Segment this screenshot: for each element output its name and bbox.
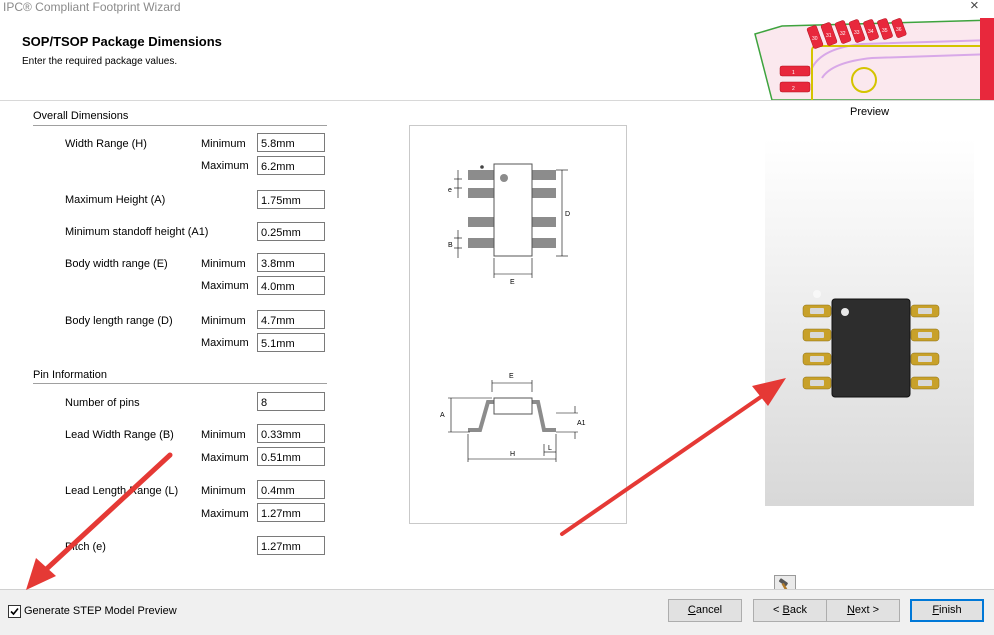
pin-divider — [33, 383, 327, 384]
body-width-max-label: Maximum — [201, 280, 249, 292]
banner-pad-label: 31 — [826, 33, 832, 39]
banner-pad-label: 33 — [854, 30, 860, 36]
body-length-max-input[interactable] — [257, 333, 325, 352]
finish-button[interactable]: Finish — [910, 599, 984, 622]
diagram-label-e: e — [448, 187, 452, 194]
pin-information-label: Pin Information — [33, 369, 107, 381]
banner-pad-label: 2 — [792, 86, 795, 92]
lead-width-min-label: Minimum — [201, 429, 246, 441]
page-title: SOP/TSOP Package Dimensions — [22, 34, 222, 49]
checkmark-icon — [10, 607, 19, 616]
diagram-label-H: H — [510, 451, 515, 458]
body-length-min-input[interactable] — [257, 310, 325, 329]
banner-pad-label: 36 — [896, 27, 902, 33]
content-panel: Overall Dimensions Width Range (H) Minim… — [0, 101, 994, 597]
overall-divider — [33, 125, 327, 126]
width-min-input[interactable] — [257, 133, 325, 152]
min-standoff-label: Minimum standoff height (A1) — [65, 226, 209, 238]
diagram-label-D: D — [565, 211, 570, 218]
next-button[interactable]: Next > — [826, 599, 900, 622]
preview-label: Preview — [850, 106, 890, 118]
wizard-header: SOP/TSOP Package Dimensions Enter the re… — [0, 18, 994, 101]
step-preview-label[interactable]: Generate STEP Model Preview — [24, 605, 177, 617]
title-bar: IPC® Compliant Footprint Wizard × — [0, 0, 994, 18]
preview-component-model — [802, 290, 940, 398]
banner-pad-label: 1 — [792, 70, 795, 76]
width-max-input[interactable] — [257, 156, 325, 175]
body-length-min-label: Minimum — [201, 315, 246, 327]
diagram-label-E-side: E — [509, 373, 514, 380]
pitch-label: Pitch (e) — [65, 541, 106, 553]
preview-3d-view[interactable] — [765, 139, 974, 506]
lead-width-max-input[interactable] — [257, 447, 325, 466]
body-width-min-input[interactable] — [257, 253, 325, 272]
pcb-banner-image: 1 2 30 31 32 33 34 35 36 — [752, 18, 994, 100]
lead-length-max-label: Maximum — [201, 508, 249, 520]
lead-length-label: Lead Length Range (L) — [65, 485, 179, 497]
wizard-footer: Generate STEP Model Preview Cancel < Bac… — [0, 589, 994, 635]
num-pins-input[interactable] — [257, 392, 325, 411]
lead-width-min-input[interactable] — [257, 424, 325, 443]
window-title: IPC® Compliant Footprint Wizard — [3, 0, 181, 14]
body-width-label: Body width range (E) — [65, 258, 168, 270]
top-view-drawing: e B D E — [448, 163, 570, 286]
lead-length-min-input[interactable] — [257, 480, 325, 499]
lead-length-min-label: Minimum — [201, 485, 246, 497]
num-pins-label: Number of pins — [65, 397, 140, 409]
cancel-button[interactable]: Cancel — [668, 599, 742, 622]
width-min-label: Minimum — [201, 138, 246, 150]
width-max-label: Maximum — [201, 160, 249, 172]
max-height-label: Maximum Height (A) — [65, 194, 166, 206]
pitch-input[interactable] — [257, 536, 325, 555]
banner-pad-label: 30 — [812, 36, 818, 42]
diagram-label-B: B — [448, 242, 453, 249]
lead-length-max-input[interactable] — [257, 503, 325, 522]
body-length-max-label: Maximum — [201, 337, 249, 349]
banner-pad-label: 35 — [882, 28, 888, 34]
body-width-min-label: Minimum — [201, 258, 246, 270]
back-button[interactable]: < Back — [753, 599, 827, 622]
package-dimension-diagram: e B D E E A A1 H L — [409, 125, 627, 524]
side-view-drawing: E A A1 H L — [440, 373, 586, 462]
max-height-input[interactable] — [257, 190, 325, 209]
diagram-label-E-top: E — [510, 279, 515, 286]
min-standoff-input[interactable] — [257, 222, 325, 241]
diagram-label-L: L — [548, 445, 552, 452]
overall-dimensions-label: Overall Dimensions — [33, 110, 129, 122]
page-subtitle: Enter the required package values. — [22, 56, 178, 67]
diagram-label-A: A — [440, 412, 445, 419]
close-icon[interactable]: × — [970, 0, 979, 14]
body-length-label: Body length range (D) — [65, 315, 173, 327]
diagram-label-A1: A1 — [577, 420, 586, 427]
banner-pad-label: 34 — [868, 29, 874, 35]
body-width-max-input[interactable] — [257, 276, 325, 295]
lead-width-label: Lead Width Range (B) — [65, 429, 174, 441]
lead-width-max-label: Maximum — [201, 452, 249, 464]
step-preview-checkbox[interactable] — [8, 605, 21, 618]
width-range-label: Width Range (H) — [65, 138, 147, 150]
banner-pad-label: 32 — [840, 31, 846, 37]
